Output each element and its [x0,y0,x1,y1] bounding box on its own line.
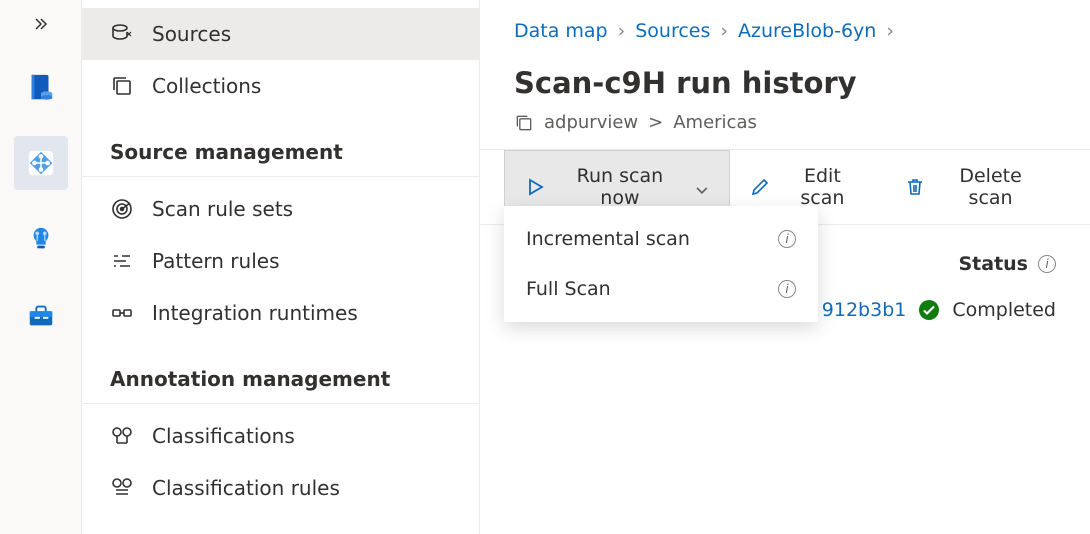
rail-item-insights[interactable] [14,212,68,266]
chevron-right-icon: › [886,20,894,42]
sidebar-item-label: Integration runtimes [152,301,358,325]
dropdown-item-incremental-scan[interactable]: Incremental scan i [504,214,818,264]
toolbox-icon [26,300,56,330]
sidebar-item-collections[interactable]: Collections [82,60,479,112]
info-icon[interactable]: i [778,280,796,298]
classification-rules-icon [110,476,134,500]
rail-item-management[interactable] [14,288,68,342]
sidebar-section-source-management: Source management [82,112,479,177]
info-icon[interactable]: i [1038,255,1056,273]
run-id-link[interactable]: 912b3b1 [822,299,907,321]
breadcrumb: Data map › Sources › AzureBlob-6yn › [480,0,1090,42]
dropdown-item-label: Incremental scan [526,228,690,250]
run-scan-dropdown: Incremental scan i Full Scan i [504,206,818,322]
play-icon [525,177,545,197]
sidebar-item-label: Pattern rules [152,249,280,273]
button-label: Run scan now [555,165,685,209]
column-header-status: Status [958,253,1028,275]
sidebar-item-classification-rules[interactable]: Classification rules [82,462,479,514]
path-child: Americas [673,112,757,133]
path-root: adpurview [544,112,638,133]
toolbar: Run scan now Edit scan Delete scan [504,150,1066,224]
delete-scan-button[interactable]: Delete scan [885,150,1066,224]
integration-icon [110,301,134,325]
radar-icon [110,197,134,221]
sidebar-item-classifications[interactable]: Classifications [82,410,479,462]
trash-icon [905,177,925,197]
collapse-rail-button[interactable] [21,10,61,38]
sidebar-item-scan-rule-sets[interactable]: Scan rule sets [82,183,479,235]
check-circle-icon [918,299,940,321]
breadcrumb-link-data-map[interactable]: Data map [514,20,608,42]
main-content: Data map › Sources › AzureBlob-6yn › Sca… [480,0,1090,534]
classifications-icon [110,424,134,448]
data-map-icon [26,148,56,178]
chevron-right-icon: › [618,20,626,42]
book-data-icon [26,72,56,102]
rail-item-data-map[interactable] [14,136,68,190]
dropdown-item-full-scan[interactable]: Full Scan i [504,264,818,314]
button-label: Edit scan [780,165,866,209]
dropdown-item-label: Full Scan [526,278,611,300]
sidebar-item-label: Classifications [152,424,295,448]
database-icon [110,22,134,46]
button-label: Delete scan [935,165,1046,209]
sidebar-item-label: Collections [152,74,261,98]
chevron-double-right-icon [33,16,49,32]
pattern-icon [110,249,134,273]
status-value: Completed [952,299,1056,321]
collections-icon [110,74,134,98]
collections-icon [514,113,534,133]
collection-path: adpurview > Americas [480,106,1090,149]
sidebar-item-label: Sources [152,22,231,46]
path-separator: > [648,112,663,133]
breadcrumb-link-azureblob[interactable]: AzureBlob-6yn [738,20,876,42]
rail-item-data-catalog[interactable] [14,60,68,114]
sidebar-item-pattern-rules[interactable]: Pattern rules [82,235,479,287]
sidebar-section-annotation-management: Annotation management [82,339,479,404]
info-icon[interactable]: i [778,230,796,248]
lightbulb-insights-icon [26,224,56,254]
sidebar: Sources Collections Source management Sc… [82,0,480,534]
edit-icon [750,177,770,197]
chevron-right-icon: › [720,20,728,42]
breadcrumb-link-sources[interactable]: Sources [635,20,710,42]
chevron-down-icon [695,180,709,194]
sidebar-item-integration-runtimes[interactable]: Integration runtimes [82,287,479,339]
page-title: Scan-c9H run history [480,42,1090,106]
sidebar-item-sources[interactable]: Sources [82,8,479,60]
left-rail [0,0,82,534]
sidebar-item-label: Classification rules [152,476,340,500]
sidebar-item-label: Scan rule sets [152,197,293,221]
